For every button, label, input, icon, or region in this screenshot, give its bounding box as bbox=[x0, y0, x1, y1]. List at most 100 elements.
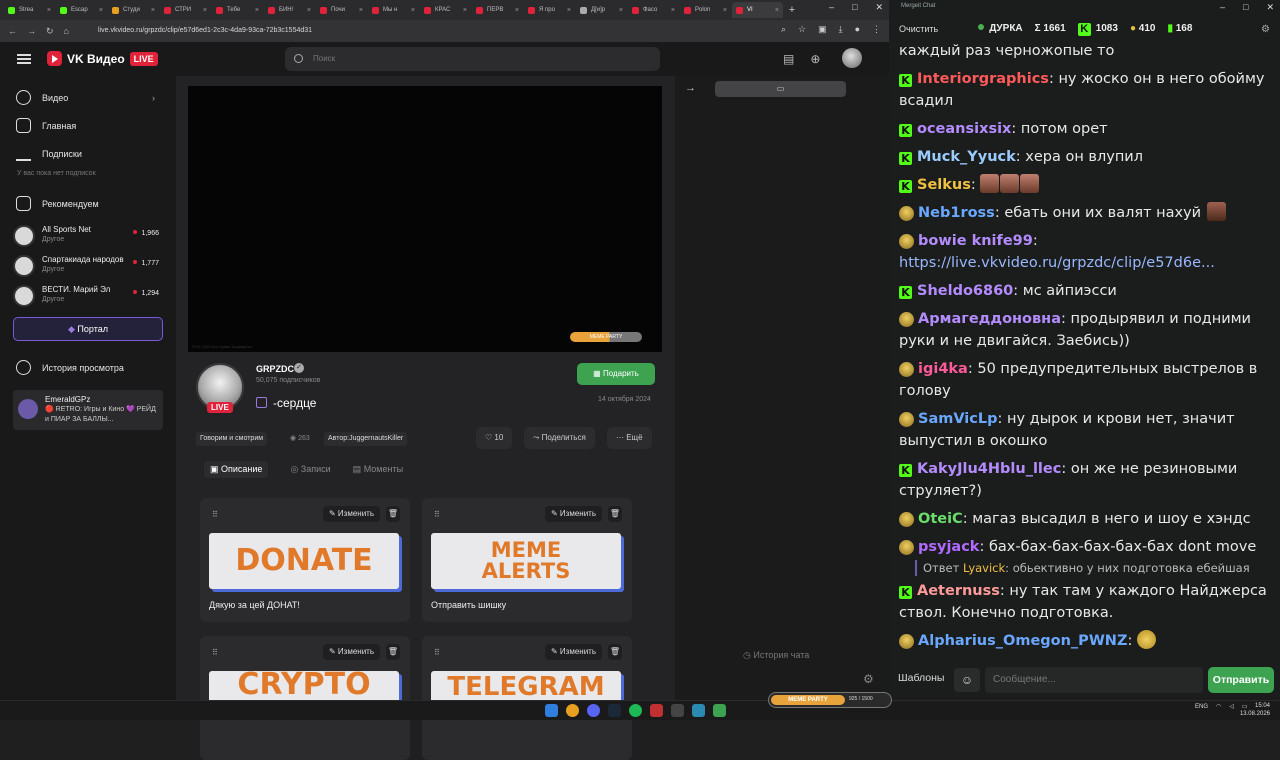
close-tab-icon[interactable]: × bbox=[203, 7, 207, 14]
close-tab-icon[interactable]: × bbox=[255, 7, 259, 14]
app-icon[interactable] bbox=[671, 704, 684, 717]
telegram-banner[interactable]: TELEGRAM bbox=[431, 671, 621, 700]
url-field[interactable]: live.vkvideo.ru/grpzdc/clip/e57d6ed1-2c3… bbox=[82, 24, 682, 38]
browser-tab[interactable]: Мы н × bbox=[368, 2, 419, 18]
studio-icon[interactable]: ▤ bbox=[783, 52, 794, 66]
message-input[interactable]: Сообщение... bbox=[985, 667, 1203, 693]
chat-username[interactable]: Aeternuss bbox=[917, 583, 1000, 599]
donate-banner[interactable]: DONATE bbox=[209, 533, 399, 589]
discord-icon[interactable] bbox=[587, 704, 600, 717]
add-icon[interactable]: ⊕ bbox=[810, 52, 820, 66]
browser-tab[interactable]: Escap × bbox=[56, 2, 107, 18]
delete-icon[interactable]: 🗑 bbox=[608, 644, 622, 660]
browser-tab[interactable]: БИН/ × bbox=[264, 2, 315, 18]
steam-icon[interactable] bbox=[608, 704, 621, 717]
close-tab-icon[interactable]: × bbox=[775, 7, 779, 14]
drag-handle-icon[interactable]: ⠿ bbox=[212, 510, 218, 519]
like-button[interactable]: ♡ 10 bbox=[476, 427, 513, 449]
profile-icon[interactable]: ● bbox=[855, 24, 860, 35]
browser-tab[interactable]: Фасо × bbox=[628, 2, 679, 18]
edit-button[interactable]: ✎ Изменить bbox=[544, 644, 602, 660]
close-tab-icon[interactable]: × bbox=[723, 7, 727, 14]
edit-button[interactable]: ✎ Изменить bbox=[322, 506, 380, 522]
close-tab-icon[interactable]: × bbox=[47, 7, 51, 14]
close-tab-icon[interactable]: × bbox=[359, 7, 363, 14]
video-player[interactable]: ©VK 2024 Все права защищены MEME PARTY bbox=[188, 86, 662, 352]
browser-tab[interactable]: Д[и]р × bbox=[576, 2, 627, 18]
chrome-icon[interactable] bbox=[566, 704, 579, 717]
browser-tab[interactable]: Strea × bbox=[4, 2, 55, 18]
volume-icon[interactable]: ◁ bbox=[1229, 703, 1234, 710]
category-tag[interactable]: Говорим и смотрим bbox=[196, 432, 268, 446]
reload-icon[interactable]: ↻ bbox=[46, 26, 54, 37]
spotify-icon[interactable] bbox=[629, 704, 642, 717]
chat-username[interactable]: oceansixsix bbox=[917, 121, 1011, 137]
reply-username[interactable]: Lyavick bbox=[963, 561, 1005, 575]
back-icon[interactable]: ← bbox=[8, 26, 17, 36]
portal-button[interactable]: ◆ Портал bbox=[13, 317, 163, 341]
sidebar-item-history[interactable]: История просмотра bbox=[16, 360, 124, 375]
close-tab-icon[interactable]: × bbox=[99, 7, 103, 14]
tab-records[interactable]: ◎ Записи bbox=[290, 464, 330, 478]
close-icon[interactable]: ✕ bbox=[1266, 2, 1274, 13]
meme-alerts-banner[interactable]: MEME ALERTS bbox=[431, 533, 621, 589]
more-button[interactable]: ··· Ещё bbox=[607, 427, 652, 449]
new-tab-button[interactable]: + bbox=[784, 4, 800, 16]
menu-icon[interactable]: ⋮ bbox=[872, 24, 881, 35]
maximize-icon[interactable]: □ bbox=[852, 2, 857, 13]
chat-username[interactable]: OteiC bbox=[918, 511, 963, 527]
browser-tab[interactable]: Тебе × bbox=[212, 2, 263, 18]
chat-username[interactable]: Selkus bbox=[917, 177, 971, 193]
chat-username[interactable]: psyjack bbox=[918, 539, 979, 555]
forward-icon[interactable]: → bbox=[27, 26, 36, 36]
delete-icon[interactable]: 🗑 bbox=[608, 506, 622, 522]
vk-logo[interactable]: VK Видео LIVE bbox=[47, 51, 158, 66]
telegram-icon[interactable] bbox=[692, 704, 705, 717]
close-tab-icon[interactable]: × bbox=[307, 7, 311, 14]
close-tab-icon[interactable]: × bbox=[515, 7, 519, 14]
search-input[interactable]: Поиск bbox=[285, 47, 660, 71]
templates-button[interactable]: Шаблоны bbox=[898, 672, 944, 684]
channel-item[interactable]: ВЕСТИ. Марий Эл Другое 1,294 bbox=[13, 283, 163, 309]
promo-channel-card[interactable]: EmeraldGPz 🔴 RETRO: Игры и Кино 💜 РЕЙД и… bbox=[13, 390, 163, 430]
chat-username[interactable]: SamVicLp bbox=[918, 411, 998, 427]
tab-description[interactable]: ▣ Описание bbox=[204, 461, 269, 478]
close-tab-icon[interactable]: × bbox=[411, 7, 415, 14]
chat-username[interactable]: Alpharius_Omegon_PWNZ bbox=[918, 633, 1127, 649]
tab-moments[interactable]: ▤ Моменты bbox=[353, 464, 403, 478]
sidebar-item-recommended[interactable]: Рекомендуем bbox=[16, 196, 99, 211]
channel-item[interactable]: Спартакиада народов Другое 1,777 bbox=[13, 253, 163, 279]
chat-username[interactable]: Interiorgraphics bbox=[917, 71, 1049, 87]
share-button[interactable]: ⤳ Поделиться bbox=[524, 427, 595, 449]
close-tab-icon[interactable]: × bbox=[567, 7, 571, 14]
star-icon[interactable]: ☆ bbox=[798, 24, 806, 35]
chat-history-link[interactable]: ◷ История чата bbox=[743, 650, 809, 661]
user-avatar[interactable] bbox=[842, 48, 862, 68]
clock[interactable]: 15:04 13.08.2026 bbox=[1240, 702, 1270, 718]
browser-tab[interactable]: Студи × bbox=[108, 2, 159, 18]
sidebar-item-home[interactable]: Главная bbox=[16, 118, 76, 133]
crypto-banner[interactable]: CRYPTO bbox=[209, 671, 399, 700]
home-icon[interactable]: ⌂ bbox=[64, 26, 69, 36]
drag-handle-icon[interactable]: ⠿ bbox=[434, 510, 440, 519]
channel-item[interactable]: All Sports Net Другое 1,966 bbox=[13, 223, 163, 249]
chat-text[interactable]: https://live.vkvideo.ru/grpzdc/clip/e57d… bbox=[899, 255, 1215, 271]
send-button[interactable]: Отправить bbox=[1208, 667, 1274, 693]
emoji-icon[interactable]: ☺ bbox=[954, 668, 980, 692]
close-tab-icon[interactable]: × bbox=[463, 7, 467, 14]
chat-toggle-button[interactable]: ▭ bbox=[715, 81, 846, 97]
browser-tab[interactable]: VI × bbox=[732, 2, 783, 18]
chat-username[interactable]: bowie knife99 bbox=[918, 233, 1033, 249]
obs-icon[interactable] bbox=[650, 704, 663, 717]
menu-icon[interactable] bbox=[17, 54, 31, 64]
settings-icon[interactable]: ⚙ bbox=[1261, 24, 1270, 35]
clear-button[interactable]: Очистить bbox=[899, 24, 938, 34]
edit-button[interactable]: ✎ Изменить bbox=[544, 506, 602, 522]
close-icon[interactable]: ✕ bbox=[875, 2, 883, 13]
gear-icon[interactable]: ⚙ bbox=[863, 672, 874, 686]
drag-handle-icon[interactable]: ⠿ bbox=[212, 648, 218, 657]
close-tab-icon[interactable]: × bbox=[619, 7, 623, 14]
collapse-chat-icon[interactable]: → bbox=[685, 82, 696, 94]
browser-tab[interactable]: Polon × bbox=[680, 2, 731, 18]
sidebar-item-subscriptions[interactable]: Подписки bbox=[16, 146, 82, 161]
